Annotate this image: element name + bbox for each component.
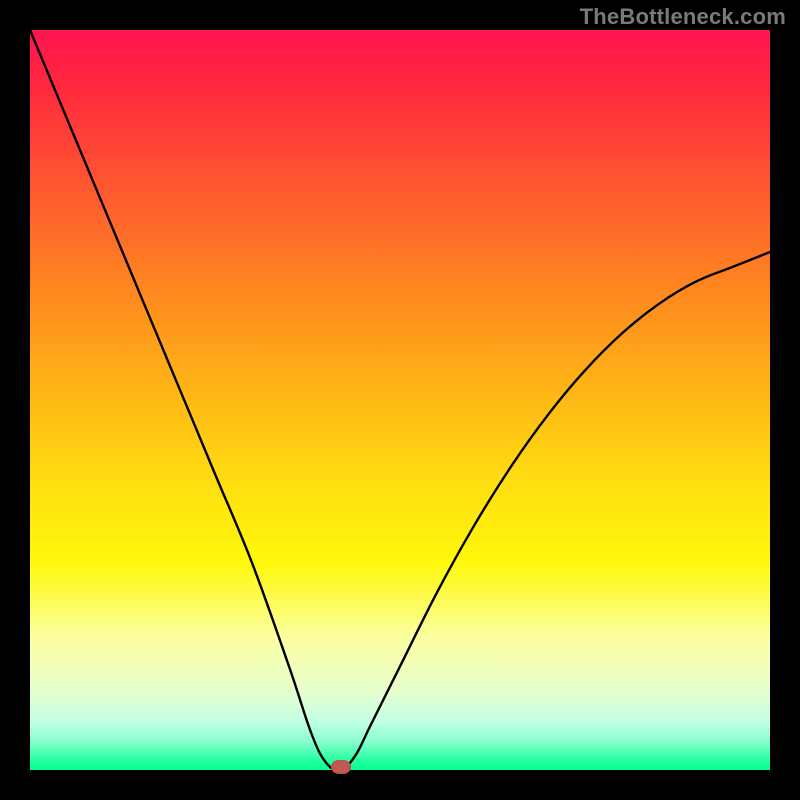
chart-frame: TheBottleneck.com — [0, 0, 800, 800]
optimum-marker — [331, 760, 351, 774]
plot-area — [30, 30, 770, 770]
bottleneck-curve — [30, 30, 770, 770]
watermark-label: TheBottleneck.com — [580, 4, 786, 30]
